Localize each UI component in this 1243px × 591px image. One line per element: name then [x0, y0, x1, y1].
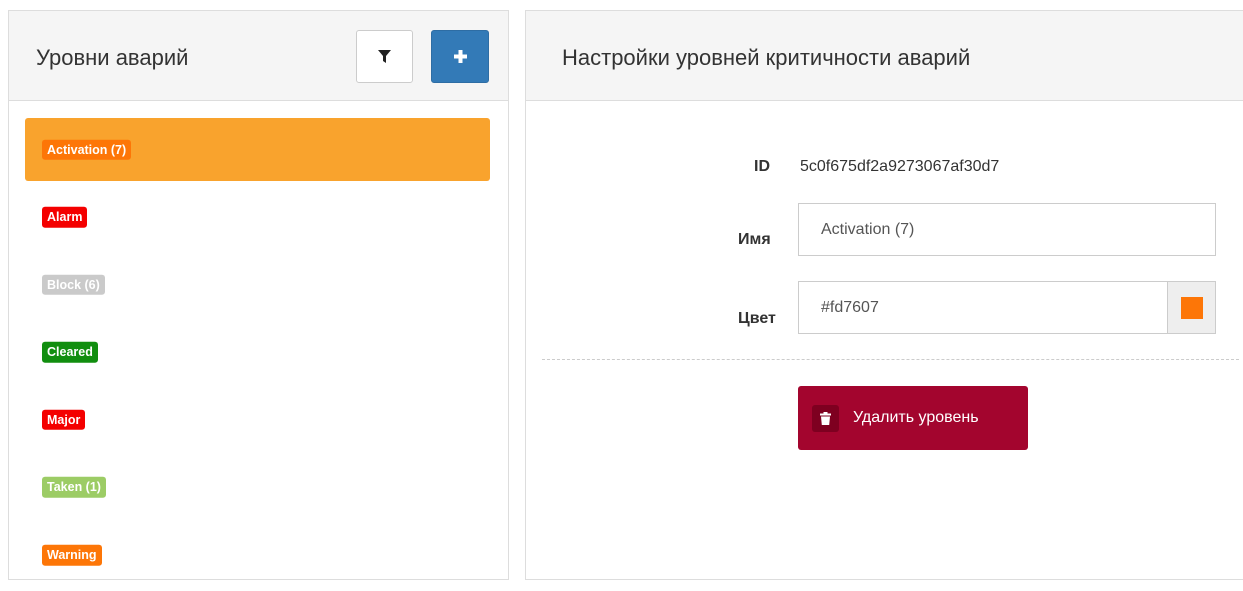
delete-level-label: Удалить уровень	[853, 409, 979, 426]
id-label: ID	[754, 158, 770, 175]
level-list-item[interactable]: Major	[25, 388, 490, 451]
alarm-levels-panel: Уровни аварий Activation (7) Alarm Block (…	[8, 10, 509, 580]
level-badge: Activation (7)	[42, 139, 132, 160]
form-divider	[542, 359, 1239, 360]
add-level-button[interactable]	[431, 30, 489, 83]
level-list-item[interactable]: Warning	[25, 524, 490, 587]
level-list-item[interactable]: Activation (7)	[25, 118, 490, 181]
level-settings-title: Настройки уровней критичности аварий	[562, 45, 971, 70]
level-badge: Cleared	[42, 342, 98, 363]
level-badge: Major	[42, 409, 86, 431]
level-badge: Taken (1)	[42, 477, 106, 498]
delete-level-button[interactable]: Удалить уровень	[798, 386, 1028, 450]
level-list-item[interactable]: Block (6)	[25, 253, 490, 316]
color-label: Цвет	[738, 310, 776, 327]
filter-button[interactable]	[356, 30, 413, 83]
name-input[interactable]	[798, 203, 1216, 256]
color-swatch	[1180, 296, 1203, 319]
level-list-item[interactable]: Alarm	[25, 186, 490, 249]
level-list-item[interactable]: Cleared	[25, 321, 490, 384]
level-settings-header: Настройки уровней критичности аварий	[526, 11, 1243, 101]
filter-icon	[378, 49, 391, 63]
id-value: 5c0f675df2a9273067af30d7	[800, 158, 1000, 175]
level-badge: Warning	[42, 544, 102, 566]
color-picker-button[interactable]	[1167, 281, 1216, 334]
alarm-levels-list: Activation (7) Alarm Block (6) Cleared Major…	[25, 118, 490, 591]
alarm-levels-title: Уровни аварий	[36, 45, 189, 70]
alarm-levels-header: Уровни аварий	[9, 11, 508, 101]
level-list-item[interactable]: Taken (1)	[25, 456, 490, 519]
plus-icon	[453, 50, 467, 63]
trash-icon	[812, 404, 839, 432]
level-badge: Block (6)	[42, 274, 105, 295]
name-label: Имя	[738, 231, 771, 248]
color-input[interactable]	[798, 281, 1168, 334]
level-badge: Alarm	[42, 206, 88, 228]
level-settings-panel: Настройки уровней критичности аварий ID …	[525, 10, 1243, 580]
